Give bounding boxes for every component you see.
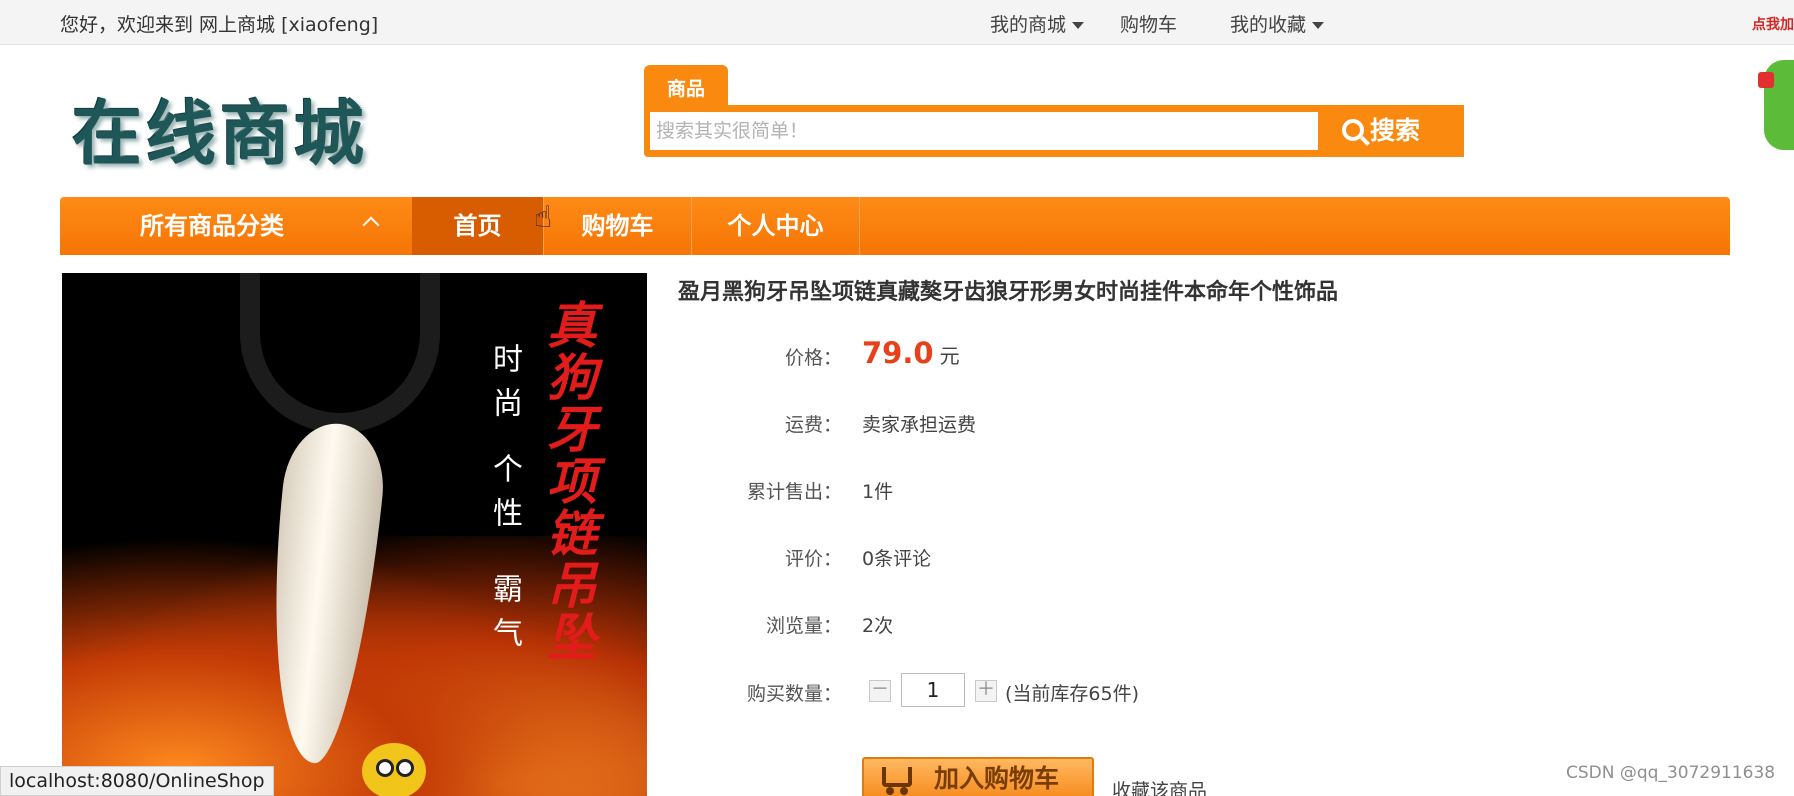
caret-down-icon xyxy=(1312,22,1325,29)
price-label: 价格： xyxy=(784,347,842,369)
image-text-dominance: 霸气 xyxy=(487,573,522,661)
search-tab-products[interactable]: 商品 xyxy=(644,65,728,107)
quantity-input[interactable] xyxy=(901,673,965,707)
my-shop-label: 我的商城 xyxy=(990,14,1067,36)
my-favorites-label: 我的收藏 xyxy=(1230,14,1307,36)
cart-icon xyxy=(882,767,912,795)
search-bar: 搜索 xyxy=(644,105,1464,157)
nav-item-home[interactable]: 首页 xyxy=(412,197,544,255)
quantity-decrease-button[interactable]: － xyxy=(869,680,891,702)
all-categories-label: 所有商品分类 xyxy=(140,212,284,240)
add-to-cart-label: 加入购物车 xyxy=(934,764,1060,793)
product-image[interactable]: 时尚 个性 霸气 真狗牙项链吊坠 xyxy=(62,273,647,796)
welcome-text: 您好，欢迎来到 网上商城 [xiaofeng] xyxy=(60,14,379,36)
hand-cursor-icon: ☝ xyxy=(534,200,553,235)
charm-graphic xyxy=(362,743,426,796)
search-input[interactable] xyxy=(650,112,1318,150)
status-url: localhost:8080/OnlineShop xyxy=(0,766,274,796)
price-unit: 元 xyxy=(939,344,960,368)
search-icon xyxy=(1342,119,1364,141)
views-value: 2次 xyxy=(862,615,894,637)
stock-info: (当前库存65件) xyxy=(1005,683,1140,705)
flag-icon xyxy=(1758,72,1774,88)
topbar-cart-link[interactable]: 购物车 xyxy=(1120,10,1177,37)
necklace-cord-graphic xyxy=(240,273,440,433)
reviews-value[interactable]: 0条评论 xyxy=(862,544,931,571)
site-logo[interactable]: 在线商城 xyxy=(72,78,368,179)
corner-ad-text: 点我加 xyxy=(1752,17,1794,33)
quantity-label: 购买数量： xyxy=(746,683,842,705)
shipping-label: 运费： xyxy=(784,414,842,436)
my-favorites-menu[interactable]: 我的收藏 xyxy=(1230,10,1325,37)
nav-item-cart[interactable]: 购物车 xyxy=(544,197,692,255)
quantity-increase-button[interactable]: ＋ xyxy=(975,680,997,702)
product-title: 盈月黑狗牙吊坠项链真藏獒牙齿狼牙形男女时尚挂件本命年个性饰品 xyxy=(678,280,1339,305)
chevron-up-icon xyxy=(362,216,380,234)
shipping-value: 卖家承担运费 xyxy=(862,414,977,436)
add-to-cart-button[interactable]: 加入购物车 xyxy=(862,757,1094,796)
top-bar: 您好，欢迎来到 网上商城 [xiaofeng] 我的商城 购物车 我的收藏 点我… xyxy=(0,0,1794,150)
views-label: 浏览量： xyxy=(765,615,842,637)
search-button-label: 搜索 xyxy=(1370,116,1421,145)
watermark: CSDN @qq_3072911638 xyxy=(1566,763,1776,783)
image-text-personality: 个性 xyxy=(487,453,522,541)
image-text-product: 真狗牙项链吊坠 xyxy=(539,299,598,663)
my-shop-menu[interactable]: 我的商城 xyxy=(990,10,1085,37)
reviews-label: 评价： xyxy=(784,548,842,570)
sold-value: 1件 xyxy=(862,481,894,503)
main-nav: 所有商品分类 首页 购物车 个人中心 xyxy=(60,197,1730,255)
corner-ad[interactable]: 点我加 xyxy=(1742,0,1794,150)
sold-label: 累计售出： xyxy=(746,481,842,503)
search-button[interactable]: 搜索 xyxy=(1320,105,1464,157)
caret-down-icon xyxy=(1072,22,1085,29)
favorite-product-link[interactable]: 收藏该商品 xyxy=(1112,776,1207,796)
price-value-group: 79.0 元 xyxy=(862,336,960,370)
price-value: 79.0 xyxy=(862,336,934,370)
all-categories-menu[interactable]: 所有商品分类 xyxy=(60,197,412,255)
nav-item-profile[interactable]: 个人中心 xyxy=(692,197,860,255)
image-text-fashion: 时尚 xyxy=(487,343,522,431)
